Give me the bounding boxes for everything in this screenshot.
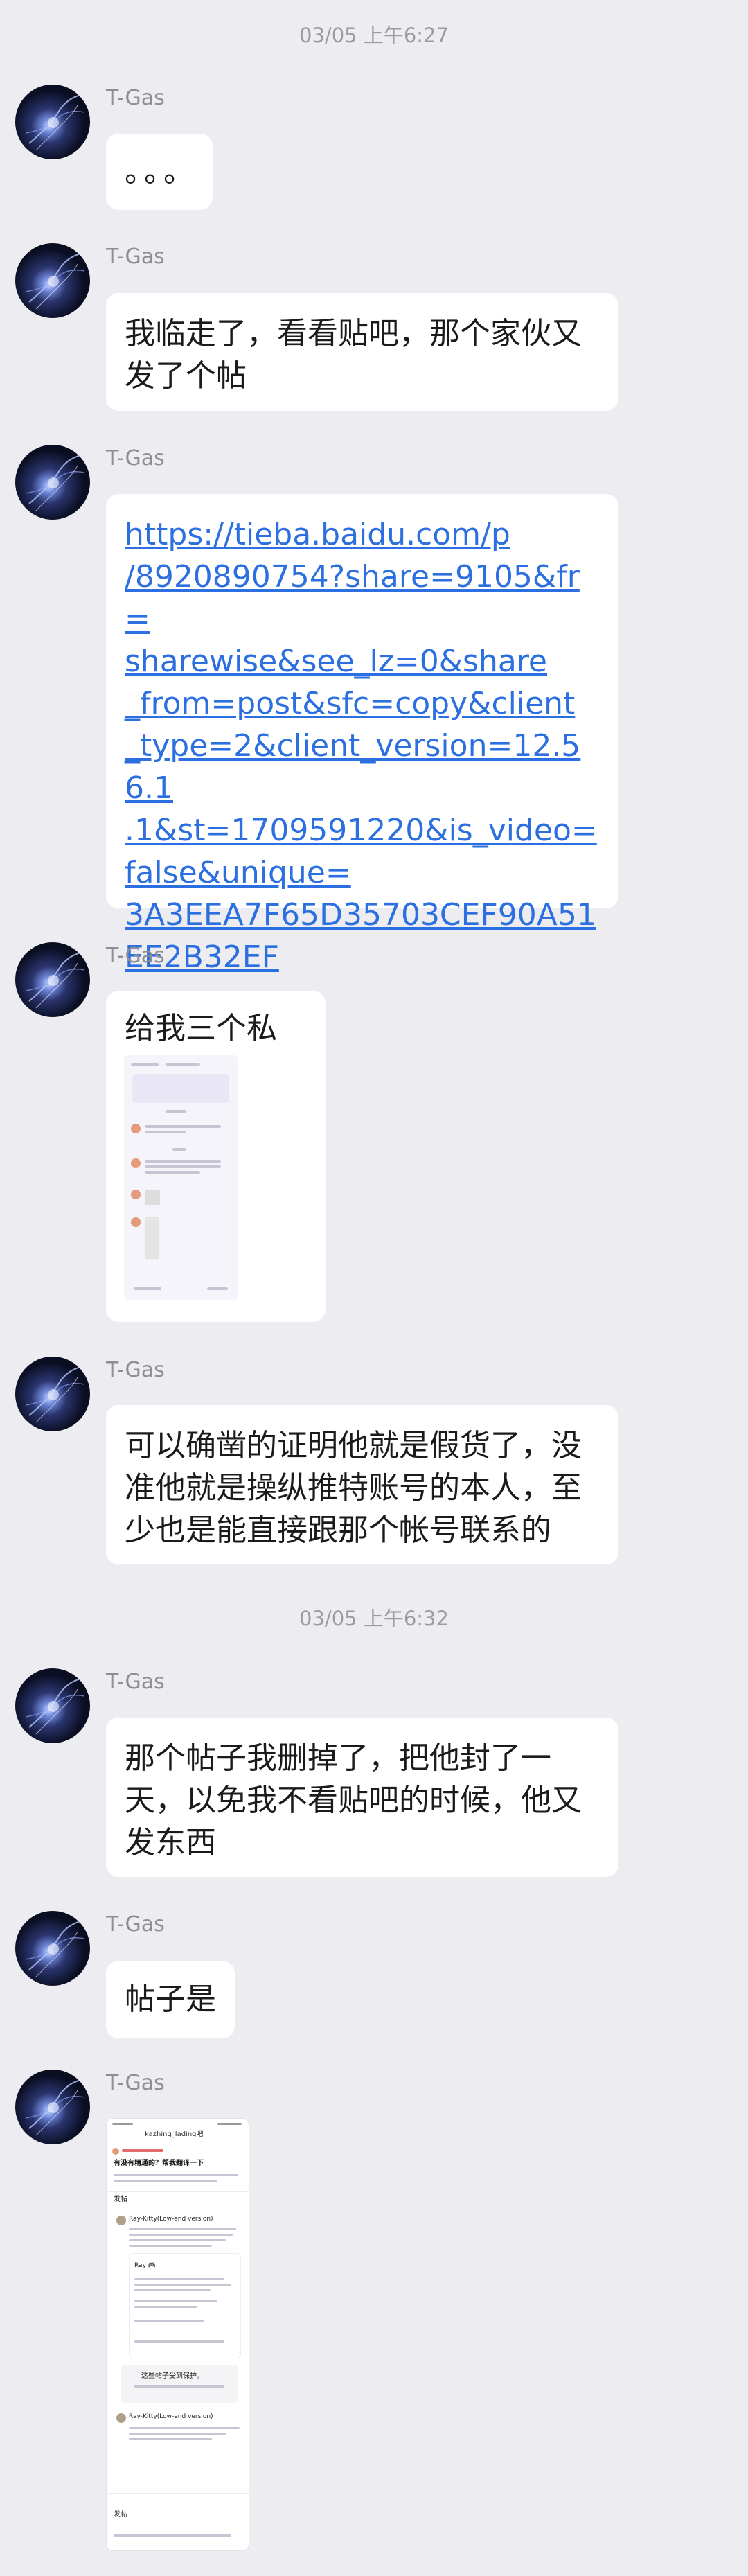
post-user: Ray-Kitty(Low-end version) (129, 2413, 213, 2420)
avatar[interactable] (15, 243, 90, 318)
screenshot-image[interactable]: kazhing_lading吧 有没有精通的？帮我翻译一下 发帖 Ray-Kit… (106, 2118, 249, 2551)
message-line: 那个帖子我删掉了，把他封了一 (125, 1740, 551, 1776)
reply-header: 发帖 (114, 2511, 127, 2518)
message-bubble[interactable]: 给我三个私信 (106, 991, 326, 1322)
avatar[interactable] (15, 2070, 90, 2144)
message-bubble[interactable]: 。。。 (106, 134, 213, 210)
link-line: 3A3EEA7F65D35703CEF90A51 (125, 897, 596, 933)
link-line: /8920890754?share=9105&fr= (125, 559, 580, 637)
timestamp: 03/05 上午6:27 (299, 24, 449, 47)
avatar[interactable] (15, 85, 90, 159)
message-bubble[interactable]: 我临走了，看看贴吧，那个家伙又 发了个帖 (106, 293, 618, 411)
link-line: .1&st=1709591220&is_video= (125, 813, 597, 848)
sender-name: T-Gas (106, 2071, 165, 2095)
sender-name: T-Gas (106, 245, 165, 269)
post-user: Ray-Kitty(Low-end version) (129, 2216, 213, 2223)
tieba-link[interactable]: https://tieba.baidu.com/p /8920890754?sh… (125, 513, 600, 978)
message-bubble[interactable]: 帖子是 (106, 1961, 235, 2038)
message-text: 帖子是 (125, 1982, 216, 2017)
link-line: https://tieba.baidu.com/p (125, 517, 510, 552)
avatar[interactable] (15, 1668, 90, 1743)
avatar[interactable] (15, 1357, 90, 1431)
quoted-user: Ray 🎮 (134, 2262, 156, 2269)
avatar[interactable] (15, 445, 90, 520)
sender-name: T-Gas (106, 1912, 165, 1937)
protected-banner: 这些帖子受到保护。 (141, 2372, 204, 2380)
message-text: 。。。 (125, 154, 198, 189)
link-line: _type=2&client_version=12.56.1 (125, 728, 581, 806)
avatar[interactable] (15, 1911, 90, 1986)
message-bubble[interactable]: 那个帖子我删掉了，把他封了一 天，以免我不看贴吧的时候，他又 发东西 (106, 1718, 618, 1877)
message-bubble[interactable]: 可以确凿的证明他就是假货了，没 准他就是操纵推特账号的本人，至 少也是能直接跟那… (106, 1405, 618, 1564)
message-line: 发东西 (125, 1825, 216, 1860)
forum-name: kazhing_lading吧 (145, 2131, 204, 2138)
link-line: sharewise&see_lz=0&share (125, 644, 548, 679)
message-line: 我临走了，看看贴吧，那个家伙又 (125, 316, 582, 351)
sender-name: T-Gas (106, 944, 165, 968)
message-line: 准他就是操纵推特账号的本人，至 (125, 1470, 582, 1506)
message-line: 可以确凿的证明他就是假货了，没 (125, 1428, 582, 1463)
sender-name: T-Gas (106, 86, 165, 110)
screenshot-thumbnail[interactable] (124, 1055, 238, 1300)
link-message-bubble[interactable]: https://tieba.baidu.com/p /8920890754?sh… (106, 494, 618, 975)
sender-name: T-Gas (106, 1358, 165, 1382)
message-line: 天，以免我不看贴吧的时候，他又 (125, 1783, 582, 1818)
link-line: false&unique= (125, 855, 351, 890)
message-line: 发了个帖 (125, 358, 247, 394)
reply-header: 发帖 (114, 2196, 127, 2203)
link-line: _from=post&sfc=copy&client (125, 686, 576, 721)
sender-name: T-Gas (106, 1670, 165, 1694)
avatar[interactable] (15, 942, 90, 1017)
link-line: EE2B32EF (125, 939, 279, 975)
message-line: 少也是能直接跟那个帐号联系的 (125, 1512, 551, 1548)
sender-name: T-Gas (106, 446, 165, 470)
post-question: 有没有精通的？帮我翻译一下 (114, 2160, 204, 2167)
timestamp: 03/05 上午6:32 (299, 1607, 449, 1630)
